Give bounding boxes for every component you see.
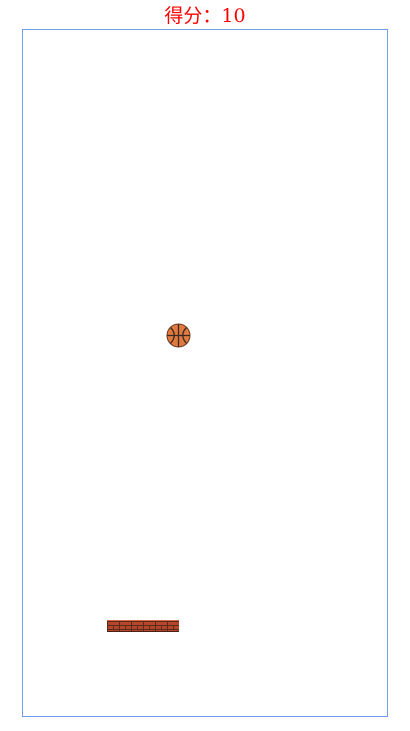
game-board[interactable] bbox=[22, 29, 388, 717]
basketball-icon bbox=[166, 323, 191, 348]
score-label: 得分： bbox=[164, 5, 222, 27]
score-value: 10 bbox=[221, 5, 246, 27]
paddle-brick-pattern bbox=[107, 625, 179, 629]
brick-paddle[interactable] bbox=[107, 620, 179, 632]
score-display: 得分：10 bbox=[0, 5, 410, 27]
